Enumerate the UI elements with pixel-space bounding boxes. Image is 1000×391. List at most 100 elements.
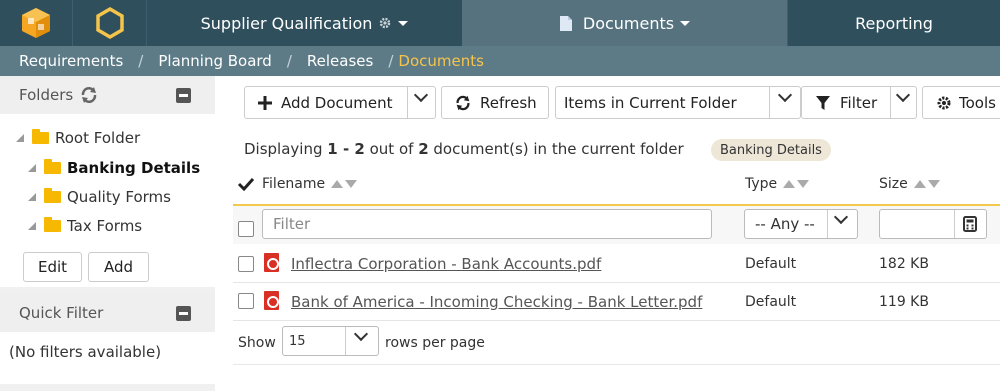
product-name: Supplier Qualification: [200, 13, 373, 33]
product-selector[interactable]: Supplier Qualification: [146, 0, 462, 46]
type-filter-select[interactable]: -- Any --: [744, 209, 858, 239]
refresh-label: Refresh: [480, 93, 537, 112]
chevron-down-icon: [398, 20, 409, 26]
add-document-button[interactable]: Add Document: [244, 86, 436, 119]
breadcrumb-documents: Documents: [398, 52, 484, 70]
quick-filter-title: Quick Filter: [19, 304, 104, 322]
expand-arrow-icon[interactable]: [28, 222, 36, 230]
document-type: Default: [745, 294, 797, 310]
row-checkbox[interactable]: [238, 293, 254, 309]
document-type: Default: [745, 256, 797, 272]
cube-logo-icon: [22, 8, 50, 38]
refresh-button[interactable]: Refresh: [441, 86, 549, 119]
tree-item-label: Tax Forms: [67, 217, 143, 235]
chevron-down-icon[interactable]: [413, 87, 429, 103]
divider: [827, 210, 828, 238]
quick-filter-panel: Quick Filter (No filters available): [0, 294, 215, 384]
rows-per-page-label: rows per page: [385, 335, 485, 351]
refresh-icon[interactable]: [79, 85, 99, 105]
sort-arrows-icon[interactable]: [783, 180, 811, 188]
expand-arrow-icon[interactable]: [16, 134, 24, 142]
breadcrumb-separator: /: [286, 52, 292, 70]
row-divider: [233, 282, 1000, 283]
tree-item-label: Quality Forms: [67, 188, 171, 206]
breadcrumb-requirements[interactable]: Requirements: [19, 52, 123, 70]
column-header-size[interactable]: Size: [879, 176, 942, 192]
tree-item-banking-details[interactable]: Banking Details: [28, 159, 200, 177]
page-size-select[interactable]: 15: [282, 326, 379, 356]
chevron-down-icon[interactable]: [895, 87, 911, 103]
tools-button[interactable]: Tools: [922, 86, 1000, 119]
scope-dropdown[interactable]: Items in Current Folder: [555, 86, 801, 119]
gear-icon: [937, 96, 951, 109]
divider: [954, 210, 955, 238]
product-home-button[interactable]: [72, 0, 146, 46]
nav-documents[interactable]: Documents: [462, 0, 787, 46]
tree-item-tax-forms[interactable]: Tax Forms: [28, 217, 142, 235]
show-label: Show: [238, 335, 276, 351]
folders-title: Folders: [19, 86, 74, 104]
divider: [407, 87, 408, 118]
breadcrumb-separator: /: [138, 52, 144, 70]
tree-item-quality-forms[interactable]: Quality Forms: [28, 188, 171, 206]
add-folder-button[interactable]: Add: [88, 252, 149, 282]
filter-button[interactable]: Filter: [801, 86, 917, 119]
summary-total: 2: [418, 140, 429, 158]
breadcrumb: Requirements / Planning Board / Releases…: [0, 46, 1000, 76]
expand-arrow-icon[interactable]: [28, 164, 36, 172]
chevron-down-icon: [353, 326, 369, 342]
hexagon-icon: [95, 6, 124, 40]
plus-icon: [258, 95, 272, 110]
folder-icon: [32, 129, 49, 144]
tree-item-root[interactable]: Root Folder: [16, 129, 140, 147]
column-header-label: Size: [879, 176, 908, 192]
add-document-label: Add Document: [281, 93, 393, 112]
sort-arrows-icon[interactable]: [913, 180, 942, 188]
row-divider: [233, 320, 1000, 321]
size-filter-input[interactable]: [879, 209, 987, 239]
row-checkbox[interactable]: [238, 256, 254, 272]
folder-badge: Banking Details: [711, 139, 831, 161]
column-header-type[interactable]: Type: [745, 176, 811, 192]
filename-filter-input[interactable]: Filter: [262, 209, 712, 239]
no-filters-text: (No filters available): [9, 343, 162, 361]
folder-icon: [44, 217, 61, 232]
app-logo[interactable]: [0, 0, 72, 46]
edit-folder-button[interactable]: Edit: [23, 252, 82, 282]
column-header-label: Type: [745, 176, 778, 192]
document-size: 182 KB: [879, 256, 929, 272]
calculator-icon[interactable]: [963, 216, 977, 232]
summary-range: 1 - 2: [327, 140, 365, 158]
pdf-file-icon: [264, 291, 279, 310]
folders-panel-header: Folders: [0, 76, 215, 114]
checkmark-icon[interactable]: [237, 177, 255, 191]
summary-middle: out of: [369, 140, 414, 158]
folder-icon: [44, 188, 61, 203]
column-header-label: Filename: [262, 176, 326, 192]
folder-icon: [44, 159, 61, 174]
expand-arrow-icon[interactable]: [28, 193, 36, 201]
select-all-checkbox[interactable]: [238, 221, 254, 237]
collapse-icon[interactable]: [176, 305, 191, 321]
collapse-icon[interactable]: [176, 87, 191, 103]
type-filter-value: -- Any --: [755, 215, 815, 233]
document-link[interactable]: Inflectra Corporation - Bank Accounts.pd…: [291, 255, 601, 273]
nav-reporting-label: Reporting: [855, 13, 933, 33]
summary-suffix: document(s) in the current folder: [433, 140, 684, 158]
pdf-file-icon: [264, 253, 279, 272]
summary-prefix: Displaying: [244, 140, 323, 158]
column-header-filename[interactable]: Filename: [262, 176, 359, 192]
gear-icon[interactable]: [378, 16, 392, 30]
sort-arrows-icon[interactable]: [331, 180, 359, 188]
document-link[interactable]: Bank of America - Incoming Checking - Ba…: [291, 293, 702, 311]
funnel-icon: [816, 95, 830, 110]
divider: [890, 87, 891, 118]
scope-value: Items in Current Folder: [564, 93, 737, 112]
breadcrumb-releases[interactable]: Releases: [307, 52, 373, 70]
document-size: 119 KB: [879, 294, 929, 310]
folders-panel: Folders Root Folder Banking Details Qual…: [0, 76, 215, 287]
top-navbar: Supplier Qualification Documents Reporti…: [0, 0, 1000, 46]
nav-reporting[interactable]: Reporting: [787, 0, 1000, 46]
quick-filter-header: Quick Filter: [0, 294, 215, 332]
breadcrumb-planning-board[interactable]: Planning Board: [158, 52, 271, 70]
